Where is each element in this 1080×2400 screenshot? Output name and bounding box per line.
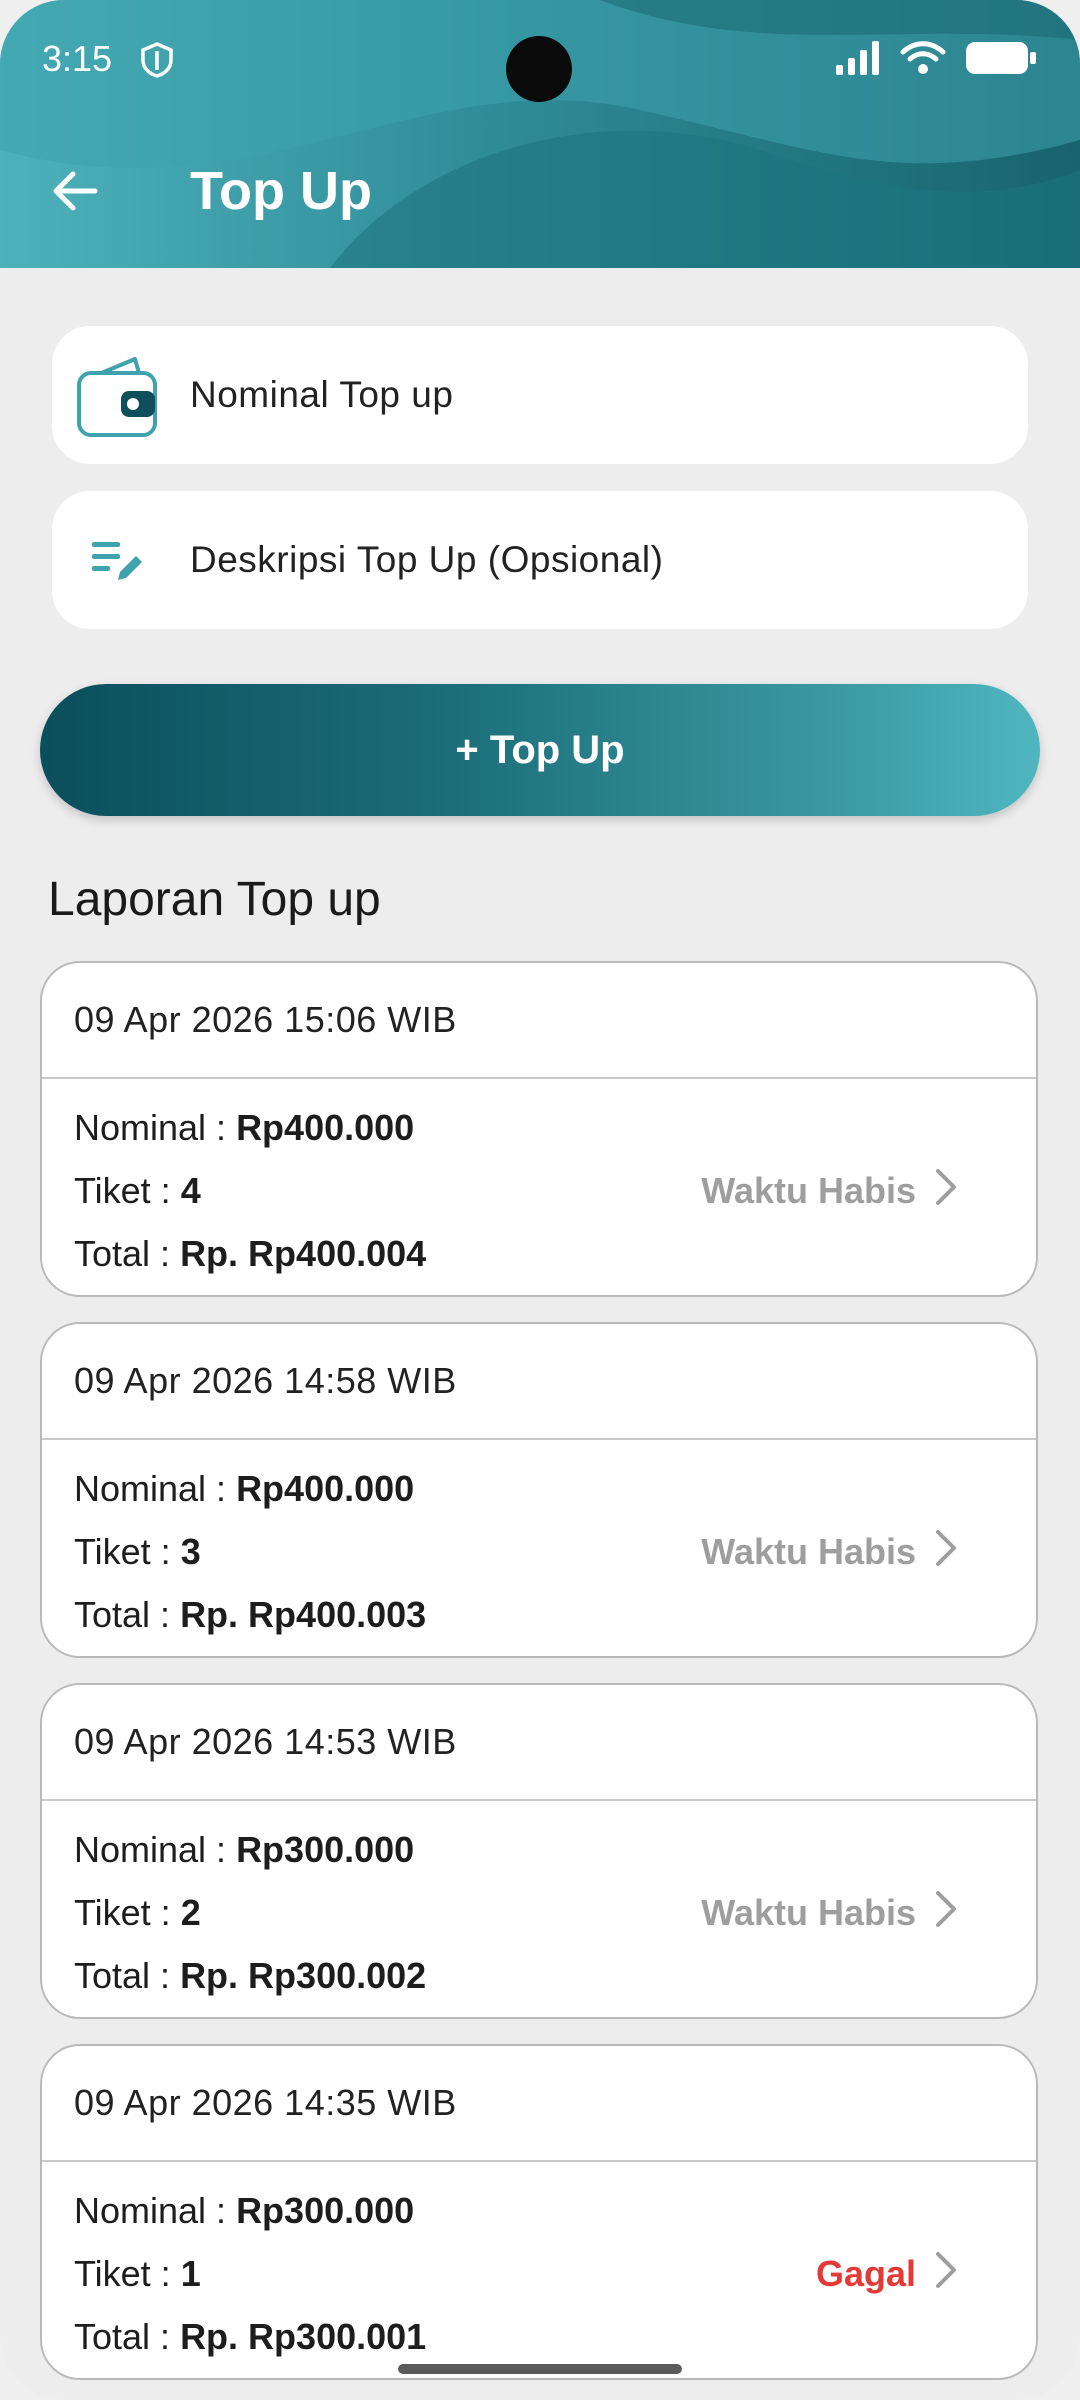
nominal-value: Rp300.000	[236, 1829, 415, 1870]
status-badge: Waktu Habis	[701, 1170, 916, 1211]
divider	[42, 1799, 1036, 1801]
report-date: 09 Apr 2026 14:58 WIB	[74, 1360, 457, 1401]
total-row: Total : Rp. Rp300.001	[74, 2316, 426, 2358]
topup-button[interactable]: + Top Up	[40, 684, 1040, 816]
description-field[interactable]: Deskripsi Top Up (Opsional)	[52, 491, 1028, 629]
total-label: Total :	[74, 1233, 181, 1274]
status-icons	[836, 40, 1038, 81]
status-time: 3:15	[42, 38, 113, 79]
signal-icon	[836, 41, 882, 80]
report-card[interactable]: 09 Apr 2026 14:53 WIB Nominal : Rp300.00…	[40, 1683, 1038, 2019]
status-badge: Waktu Habis	[701, 1892, 916, 1933]
nominal-placeholder: Nominal Top up	[190, 374, 454, 415]
report-title: Laporan Top up	[48, 873, 381, 926]
ticket-row: Tiket : 3	[74, 1531, 201, 1573]
total-row: Total : Rp. Rp400.003	[74, 1594, 426, 1636]
report-card[interactable]: 09 Apr 2026 14:35 WIB Nominal : Rp300.00…	[40, 2044, 1038, 2380]
ticket-value: 2	[180, 1892, 201, 1933]
divider	[42, 2160, 1036, 2162]
total-label: Total :	[74, 1594, 181, 1635]
chevron-right-icon[interactable]	[926, 1524, 966, 1572]
ticket-label: Tiket :	[74, 1892, 181, 1933]
report-date: 09 Apr 2026 14:53 WIB	[74, 1721, 457, 1762]
home-indicator[interactable]	[398, 2364, 682, 2374]
ticket-row: Tiket : 1	[74, 2253, 201, 2295]
nominal-label: Nominal :	[74, 1468, 237, 1509]
status-badge: Waktu Habis	[701, 1531, 916, 1572]
total-value: Rp. Rp300.002	[180, 1955, 427, 1996]
total-value: Rp. Rp400.004	[180, 1233, 427, 1274]
ticket-label: Tiket :	[74, 2253, 181, 2294]
nominal-value: Rp300.000	[236, 2190, 415, 2231]
wifi-icon	[900, 40, 946, 81]
divider	[42, 1077, 1036, 1079]
nominal-field[interactable]: Nominal Top up	[52, 326, 1028, 464]
chevron-right-icon[interactable]	[926, 2246, 966, 2294]
nominal-row: Nominal : Rp300.000	[74, 1829, 414, 1871]
total-value: Rp. Rp400.003	[180, 1594, 427, 1635]
battery-icon	[964, 40, 1038, 81]
divider	[42, 1438, 1036, 1440]
ticket-row: Tiket : 2	[74, 1892, 201, 1934]
total-value: Rp. Rp300.001	[180, 2316, 427, 2357]
shield-icon	[140, 42, 174, 83]
chevron-right-icon[interactable]	[926, 1163, 966, 1211]
wallet-icon	[74, 352, 162, 440]
ticket-value: 1	[180, 2253, 201, 2294]
nominal-row: Nominal : Rp300.000	[74, 2190, 414, 2232]
total-row: Total : Rp. Rp300.002	[74, 1955, 426, 1997]
nominal-row: Nominal : Rp400.000	[74, 1468, 414, 1510]
edit-notes-icon	[74, 517, 162, 605]
report-card[interactable]: 09 Apr 2026 14:58 WIB Nominal : Rp400.00…	[40, 1322, 1038, 1658]
nominal-row: Nominal : Rp400.000	[74, 1107, 414, 1149]
ticket-label: Tiket :	[74, 1531, 181, 1572]
description-placeholder: Deskripsi Top Up (Opsional)	[190, 539, 664, 580]
nominal-label: Nominal :	[74, 2190, 237, 2231]
report-date: 09 Apr 2026 15:06 WIB	[74, 999, 457, 1040]
arrow-left-icon	[51, 169, 99, 218]
report-card[interactable]: 09 Apr 2026 15:06 WIB Nominal : Rp400.00…	[40, 961, 1038, 1297]
nominal-value: Rp400.000	[236, 1107, 415, 1148]
ticket-value: 3	[180, 1531, 201, 1572]
front-camera	[506, 36, 572, 102]
ticket-label: Tiket :	[74, 1170, 181, 1211]
chevron-right-icon[interactable]	[926, 1885, 966, 1933]
app-header: 3:15 Top Up	[0, 0, 1080, 268]
status-badge: Gagal	[815, 2253, 916, 2294]
ticket-value: 4	[180, 1170, 201, 1211]
total-label: Total :	[74, 2316, 181, 2357]
page-title: Top Up	[190, 161, 372, 221]
nominal-label: Nominal :	[74, 1107, 237, 1148]
nominal-value: Rp400.000	[236, 1468, 415, 1509]
report-date: 09 Apr 2026 14:35 WIB	[74, 2082, 457, 2123]
app-screen: 3:15 Top Up Nominal Top up Deskripsi Top…	[0, 0, 1080, 2400]
total-label: Total :	[74, 1955, 181, 1996]
ticket-row: Tiket : 4	[74, 1170, 201, 1212]
back-button[interactable]	[42, 160, 108, 226]
nominal-label: Nominal :	[74, 1829, 237, 1870]
total-row: Total : Rp. Rp400.004	[74, 1233, 426, 1275]
